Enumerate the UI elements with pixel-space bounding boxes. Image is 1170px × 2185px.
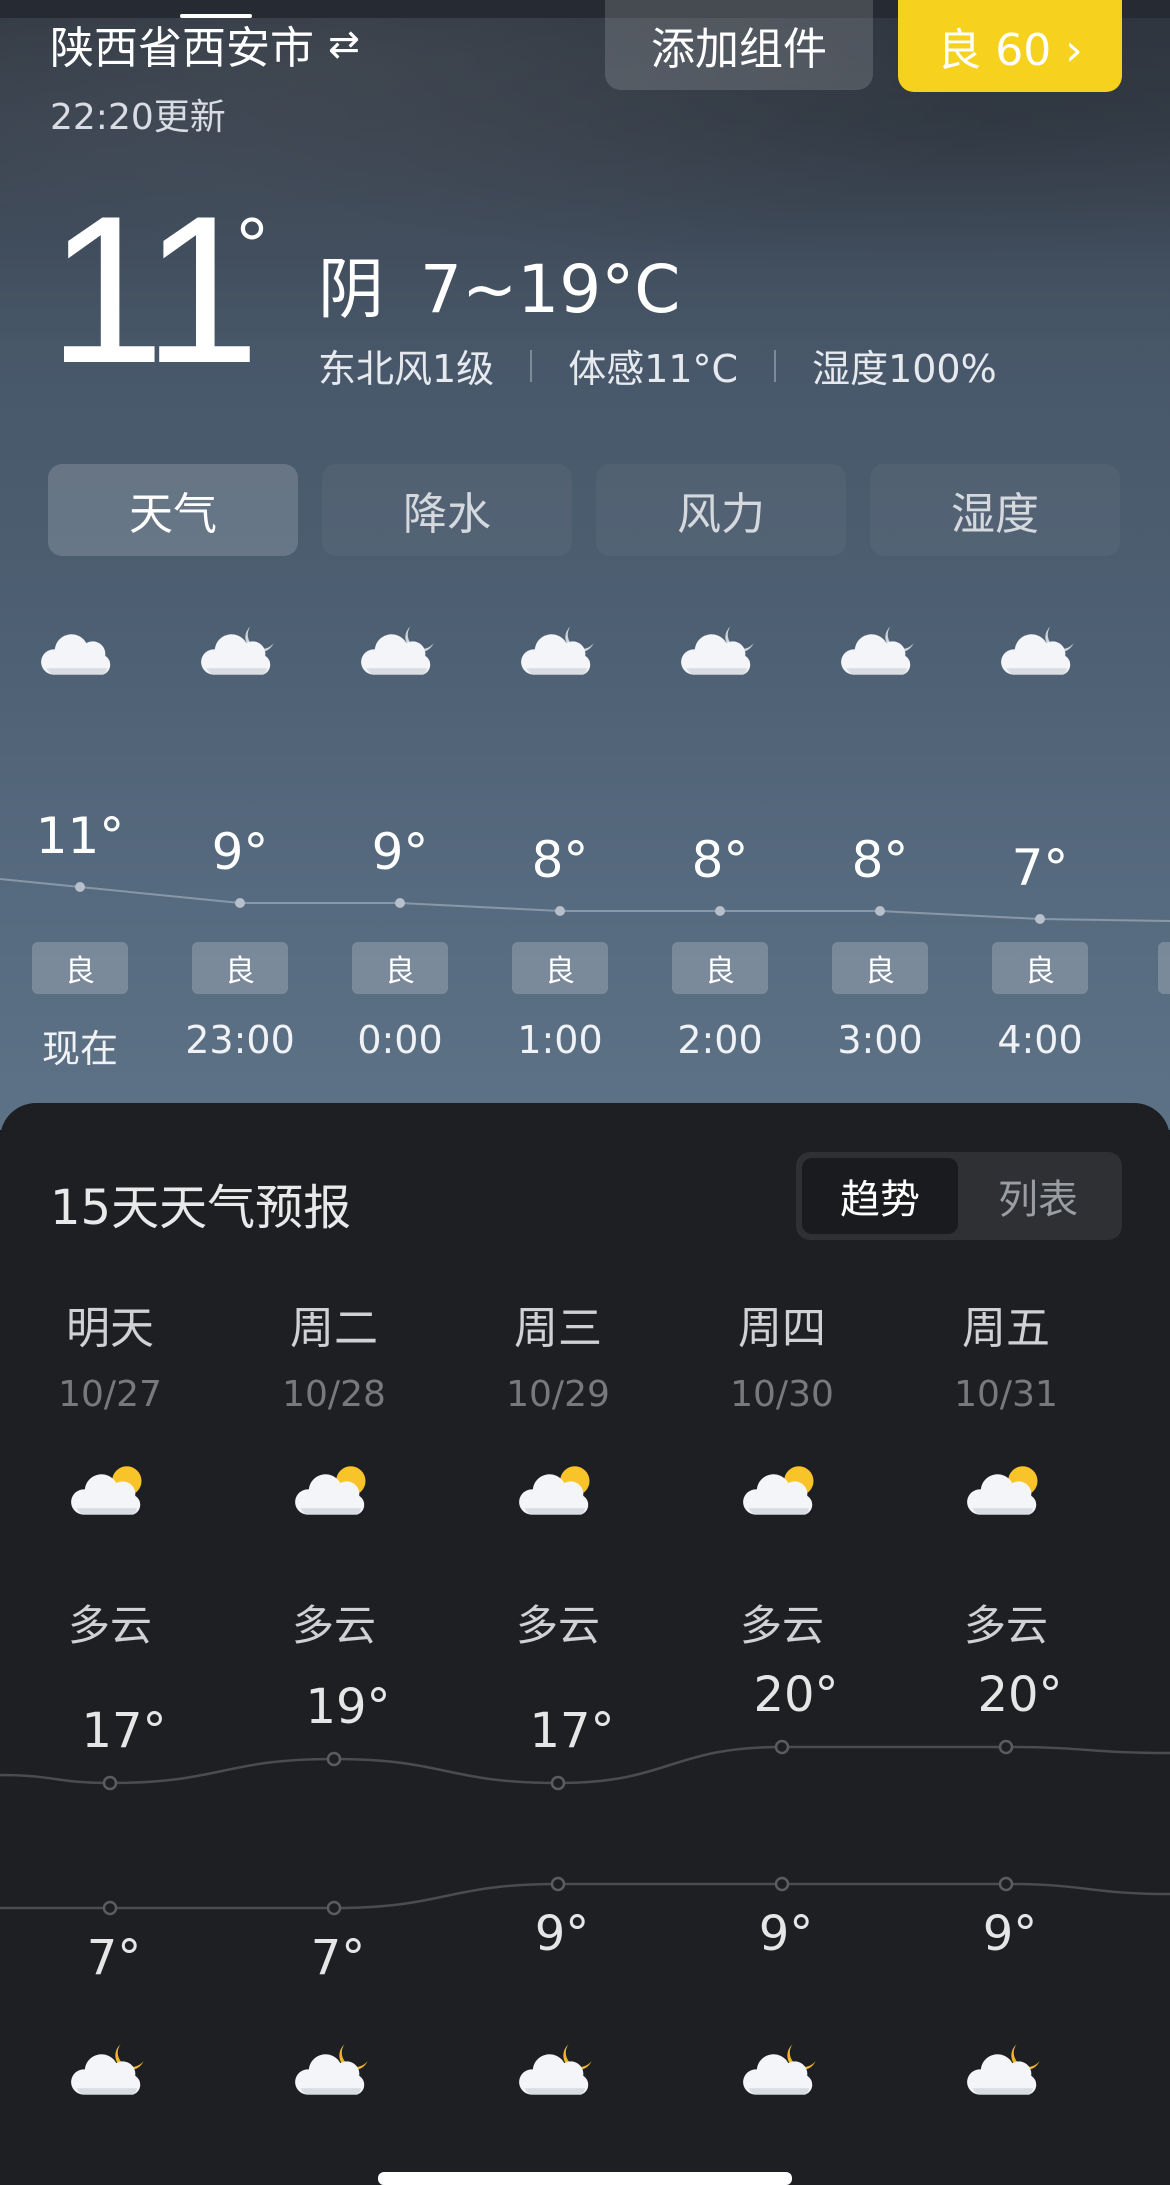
day-low-temp: 9° <box>534 1906 590 1962</box>
day-label: 周四 <box>738 1303 826 1354</box>
day-label: 周三 <box>514 1303 602 1354</box>
day-header: 周三 10/29 <box>458 1292 658 1415</box>
daily-temp-point <box>774 1876 790 1892</box>
daily-temp-point <box>102 1900 118 1916</box>
daily-temp-point <box>998 1876 1014 1892</box>
day-header: 周五 10/31 <box>906 1292 1106 1415</box>
day-date: 10/28 <box>282 1374 386 1415</box>
cloud-moon-icon <box>740 2040 824 2107</box>
daily-temp-lines <box>0 1739 1170 1916</box>
cloud-moon-icon <box>68 2040 152 2107</box>
day-low-temp: 9° <box>758 1906 814 1962</box>
day-label: 周二 <box>290 1303 378 1354</box>
day-low-temp: 7° <box>310 1930 366 1986</box>
day-date: 10/31 <box>954 1374 1058 1415</box>
daily-temp-point <box>550 1775 566 1791</box>
day-condition: 多云 <box>67 1601 152 1650</box>
day-label: 明天 <box>66 1303 154 1354</box>
daily-temp-point <box>102 1775 118 1791</box>
cloud-moon-icon <box>964 2040 1048 2107</box>
day-low-temp: 9° <box>982 1906 1038 1962</box>
daily-temp-point <box>326 1751 342 1767</box>
day-date: 10/30 <box>730 1374 834 1415</box>
cloud-sun-icon <box>740 1460 824 1527</box>
daily-temp-point <box>326 1900 342 1916</box>
day-header: 明天 10/27 <box>10 1292 210 1415</box>
day-high-temp: 17° <box>81 1703 167 1759</box>
cloud-sun-icon <box>964 1460 1048 1527</box>
day-high-temp: 20° <box>977 1667 1063 1723</box>
day-date: 10/27 <box>58 1374 162 1415</box>
daily-temp-point <box>998 1739 1014 1755</box>
daily-temp-point <box>774 1739 790 1755</box>
day-high-temp: 20° <box>753 1667 839 1723</box>
day-condition: 多云 <box>963 1601 1048 1650</box>
cloud-sun-icon <box>68 1460 152 1527</box>
daily-temp-point <box>550 1876 566 1892</box>
cloud-sun-icon <box>292 1460 376 1527</box>
day-condition: 多云 <box>739 1601 824 1650</box>
day-header: 周四 10/30 <box>682 1292 882 1415</box>
cloud-sun-icon <box>516 1460 600 1527</box>
day-high-temp: 17° <box>529 1703 615 1759</box>
cloud-moon-icon <box>516 2040 600 2107</box>
day-header: 周二 10/28 <box>234 1292 434 1415</box>
day-high-temp: 19° <box>305 1679 391 1735</box>
home-indicator <box>378 2172 792 2185</box>
day-date: 10/29 <box>506 1374 610 1415</box>
day-label: 周五 <box>962 1303 1050 1354</box>
cloud-moon-icon <box>292 2040 376 2107</box>
day-condition: 多云 <box>291 1601 376 1650</box>
day-low-temp: 7° <box>86 1930 142 1986</box>
day-condition: 多云 <box>515 1601 600 1650</box>
